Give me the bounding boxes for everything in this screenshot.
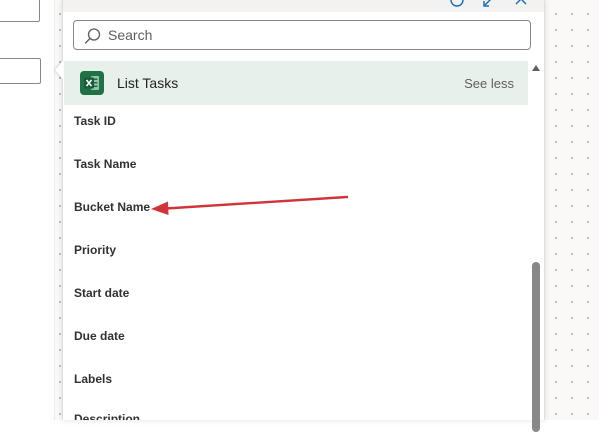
- search-input[interactable]: [108, 24, 518, 46]
- search-icon: [84, 27, 102, 45]
- info-icon[interactable]: [449, 0, 465, 8]
- list-item-priority[interactable]: Priority: [74, 243, 116, 257]
- left-pane: [0, 0, 55, 420]
- scrollbar-thumb[interactable]: [532, 262, 540, 432]
- see-less-link[interactable]: See less: [464, 76, 514, 91]
- list-item-task-id[interactable]: Task ID: [74, 114, 116, 128]
- dynamic-content-list: Task ID Task Name Bucket Name Priority S…: [64, 105, 528, 420]
- panel-pointer: [55, 61, 63, 79]
- expand-icon[interactable]: [481, 0, 497, 8]
- action-group-header[interactable]: List Tasks See less: [64, 61, 528, 105]
- list-item-labels[interactable]: Labels: [74, 372, 112, 386]
- left-input-field[interactable]: [0, 0, 40, 22]
- list-item-description[interactable]: Description: [74, 412, 140, 420]
- list-item-task-name[interactable]: Task Name: [74, 157, 136, 171]
- dynamic-content-panel: List Tasks See less Task ID Task Name Bu…: [62, 0, 545, 432]
- excel-icon: [80, 71, 104, 95]
- list-item-start-date[interactable]: Start date: [74, 286, 129, 300]
- panel-top-strip: [63, 0, 544, 12]
- list-item-due-date[interactable]: Due date: [74, 329, 125, 343]
- action-title: List Tasks: [117, 75, 179, 91]
- search-box[interactable]: [73, 20, 531, 50]
- left-input-field[interactable]: [0, 58, 41, 84]
- scrollbar[interactable]: [529, 61, 543, 432]
- scroll-up-arrow-icon[interactable]: [532, 65, 540, 71]
- list-item-bucket-name[interactable]: Bucket Name: [74, 200, 150, 214]
- close-icon[interactable]: [514, 0, 530, 8]
